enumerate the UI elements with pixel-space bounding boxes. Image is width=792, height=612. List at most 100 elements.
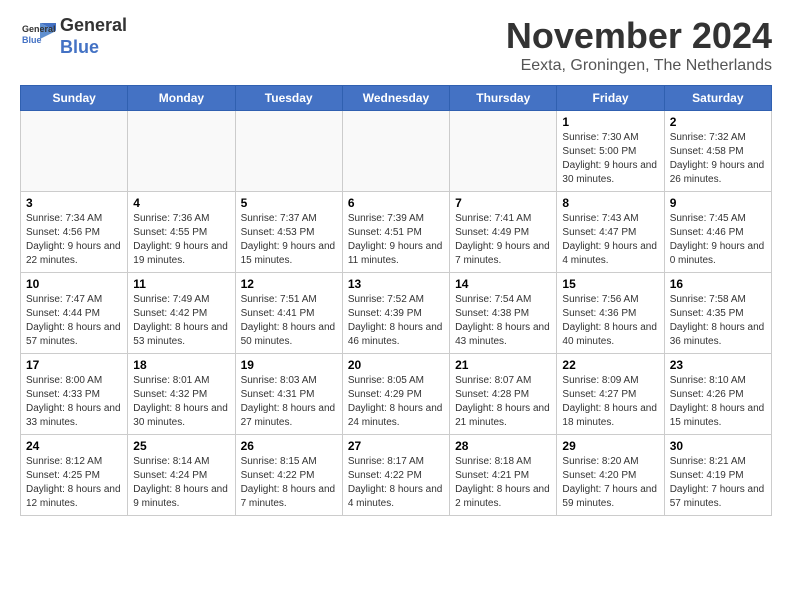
calendar-cell: 18Sunrise: 8:01 AM Sunset: 4:32 PM Dayli… [128,354,235,435]
day-info: Sunrise: 8:10 AM Sunset: 4:26 PM Dayligh… [670,374,766,430]
day-info: Sunrise: 7:41 AM Sunset: 4:49 PM Dayligh… [455,212,551,268]
day-number: 2 [670,115,766,129]
day-number: 17 [26,358,122,372]
logo-text: General Blue [60,15,127,58]
day-number: 20 [348,358,444,372]
day-number: 16 [670,277,766,291]
calendar-cell: 16 Sunrise: 7:58 AM Sunset: 4:35 PM Dayli… [664,273,771,354]
day-info: Sunrise: 7:34 AM Sunset: 4:56 PM Dayligh… [26,212,122,268]
logo-general: General [60,15,127,37]
calendar-cell: 9Sunrise: 7:45 AM Sunset: 4:46 PM Daylig… [664,192,771,273]
logo-icon: General Blue [20,19,56,55]
day-number: 14 [455,277,551,291]
calendar-week-3: 10 Sunrise: 7:47 AM Sunset: 4:44 PM Dayli… [21,273,772,354]
calendar-week-2: 3 Sunrise: 7:34 AM Sunset: 4:56 PM Daylig… [21,192,772,273]
day-info: Sunrise: 8:03 AM Sunset: 4:31 PM Dayligh… [241,374,337,430]
calendar-cell [128,111,235,192]
calendar-cell: 13 Sunrise: 7:52 AM Sunset: 4:39 PM Dayli… [342,273,449,354]
calendar-cell: 12 Sunrise: 7:51 AM Sunset: 4:41 PM Dayli… [235,273,342,354]
day-header-saturday: Saturday [664,86,771,111]
day-info: Sunrise: 8:00 AM Sunset: 4:33 PM Dayligh… [26,374,122,430]
calendar-cell: 2 Sunrise: 7:32 AM Sunset: 4:58 PM Daylig… [664,111,771,192]
day-header-wednesday: Wednesday [342,86,449,111]
day-info: Sunrise: 8:05 AM Sunset: 4:29 PM Dayligh… [348,374,444,430]
calendar-cell: 26 Sunrise: 8:15 AM Sunset: 4:22 PM Dayli… [235,435,342,516]
day-number: 8 [562,196,658,210]
svg-text:Blue: Blue [22,35,42,45]
month-title: November 2024 [506,15,772,57]
header-row: SundayMondayTuesdayWednesdayThursdayFrid… [21,86,772,111]
calendar-cell: 24Sunrise: 8:12 AM Sunset: 4:25 PM Dayli… [21,435,128,516]
day-number: 26 [241,439,337,453]
calendar-cell: 21Sunrise: 8:07 AM Sunset: 4:28 PM Dayli… [450,354,557,435]
calendar-cell: 23 Sunrise: 8:10 AM Sunset: 4:26 PM Dayli… [664,354,771,435]
day-number: 25 [133,439,229,453]
day-number: 4 [133,196,229,210]
day-number: 3 [26,196,122,210]
day-info: Sunrise: 7:43 AM Sunset: 4:47 PM Dayligh… [562,212,658,268]
day-number: 28 [455,439,551,453]
day-info: Sunrise: 8:18 AM Sunset: 4:21 PM Dayligh… [455,455,551,511]
calendar-cell: 7Sunrise: 7:41 AM Sunset: 4:49 PM Daylig… [450,192,557,273]
subtitle: Eexta, Groningen, The Netherlands [506,57,772,75]
calendar-cell: 8 Sunrise: 7:43 AM Sunset: 4:47 PM Daylig… [557,192,664,273]
day-info: Sunrise: 7:37 AM Sunset: 4:53 PM Dayligh… [241,212,337,268]
day-info: Sunrise: 8:21 AM Sunset: 4:19 PM Dayligh… [670,455,766,511]
calendar-cell [21,111,128,192]
day-number: 15 [562,277,658,291]
day-info: Sunrise: 7:39 AM Sunset: 4:51 PM Dayligh… [348,212,444,268]
calendar-week-4: 17 Sunrise: 8:00 AM Sunset: 4:33 PM Dayli… [21,354,772,435]
day-info: Sunrise: 7:56 AM Sunset: 4:36 PM Dayligh… [562,293,658,349]
logo-blue: Blue [60,37,127,59]
day-info: Sunrise: 7:51 AM Sunset: 4:41 PM Dayligh… [241,293,337,349]
calendar-table: SundayMondayTuesdayWednesdayThursdayFrid… [20,85,772,516]
calendar-cell: 6Sunrise: 7:39 AM Sunset: 4:51 PM Daylig… [342,192,449,273]
day-number: 29 [562,439,658,453]
calendar-cell: 17 Sunrise: 8:00 AM Sunset: 4:33 PM Dayli… [21,354,128,435]
day-header-tuesday: Tuesday [235,86,342,111]
day-info: Sunrise: 7:36 AM Sunset: 4:55 PM Dayligh… [133,212,229,268]
day-number: 13 [348,277,444,291]
day-number: 10 [26,277,122,291]
logo: General Blue General Blue [20,15,127,58]
calendar-cell: 19Sunrise: 8:03 AM Sunset: 4:31 PM Dayli… [235,354,342,435]
day-info: Sunrise: 8:12 AM Sunset: 4:25 PM Dayligh… [26,455,122,511]
calendar-cell: 14 Sunrise: 7:54 AM Sunset: 4:38 PM Dayli… [450,273,557,354]
calendar-cell: 15 Sunrise: 7:56 AM Sunset: 4:36 PM Dayli… [557,273,664,354]
calendar-cell: 1Sunrise: 7:30 AM Sunset: 5:00 PM Daylig… [557,111,664,192]
title-section: November 2024 Eexta, Groningen, The Neth… [506,15,772,75]
day-header-thursday: Thursday [450,86,557,111]
calendar-cell [342,111,449,192]
page: General Blue General Blue November 2024 … [0,0,792,531]
day-info: Sunrise: 8:17 AM Sunset: 4:22 PM Dayligh… [348,455,444,511]
calendar-cell: 5 Sunrise: 7:37 AM Sunset: 4:53 PM Daylig… [235,192,342,273]
calendar-week-5: 24Sunrise: 8:12 AM Sunset: 4:25 PM Dayli… [21,435,772,516]
day-number: 21 [455,358,551,372]
calendar-cell: 11Sunrise: 7:49 AM Sunset: 4:42 PM Dayli… [128,273,235,354]
day-number: 27 [348,439,444,453]
day-info: Sunrise: 7:47 AM Sunset: 4:44 PM Dayligh… [26,293,122,349]
day-info: Sunrise: 7:45 AM Sunset: 4:46 PM Dayligh… [670,212,766,268]
calendar-cell [450,111,557,192]
calendar-cell: 28 Sunrise: 8:18 AM Sunset: 4:21 PM Dayli… [450,435,557,516]
calendar-cell: 20 Sunrise: 8:05 AM Sunset: 4:29 PM Dayli… [342,354,449,435]
day-info: Sunrise: 7:32 AM Sunset: 4:58 PM Dayligh… [670,131,766,187]
day-info: Sunrise: 7:52 AM Sunset: 4:39 PM Dayligh… [348,293,444,349]
day-info: Sunrise: 8:20 AM Sunset: 4:20 PM Dayligh… [562,455,658,511]
day-info: Sunrise: 7:58 AM Sunset: 4:35 PM Dayligh… [670,293,766,349]
day-info: Sunrise: 8:09 AM Sunset: 4:27 PM Dayligh… [562,374,658,430]
day-info: Sunrise: 7:54 AM Sunset: 4:38 PM Dayligh… [455,293,551,349]
day-header-friday: Friday [557,86,664,111]
calendar-cell: 4 Sunrise: 7:36 AM Sunset: 4:55 PM Daylig… [128,192,235,273]
day-number: 11 [133,277,229,291]
calendar-cell [235,111,342,192]
calendar-cell: 27 Sunrise: 8:17 AM Sunset: 4:22 PM Dayli… [342,435,449,516]
day-number: 30 [670,439,766,453]
calendar-cell: 3 Sunrise: 7:34 AM Sunset: 4:56 PM Daylig… [21,192,128,273]
day-number: 12 [241,277,337,291]
day-number: 5 [241,196,337,210]
day-number: 1 [562,115,658,129]
day-number: 23 [670,358,766,372]
day-info: Sunrise: 8:15 AM Sunset: 4:22 PM Dayligh… [241,455,337,511]
calendar-week-1: 1Sunrise: 7:30 AM Sunset: 5:00 PM Daylig… [21,111,772,192]
